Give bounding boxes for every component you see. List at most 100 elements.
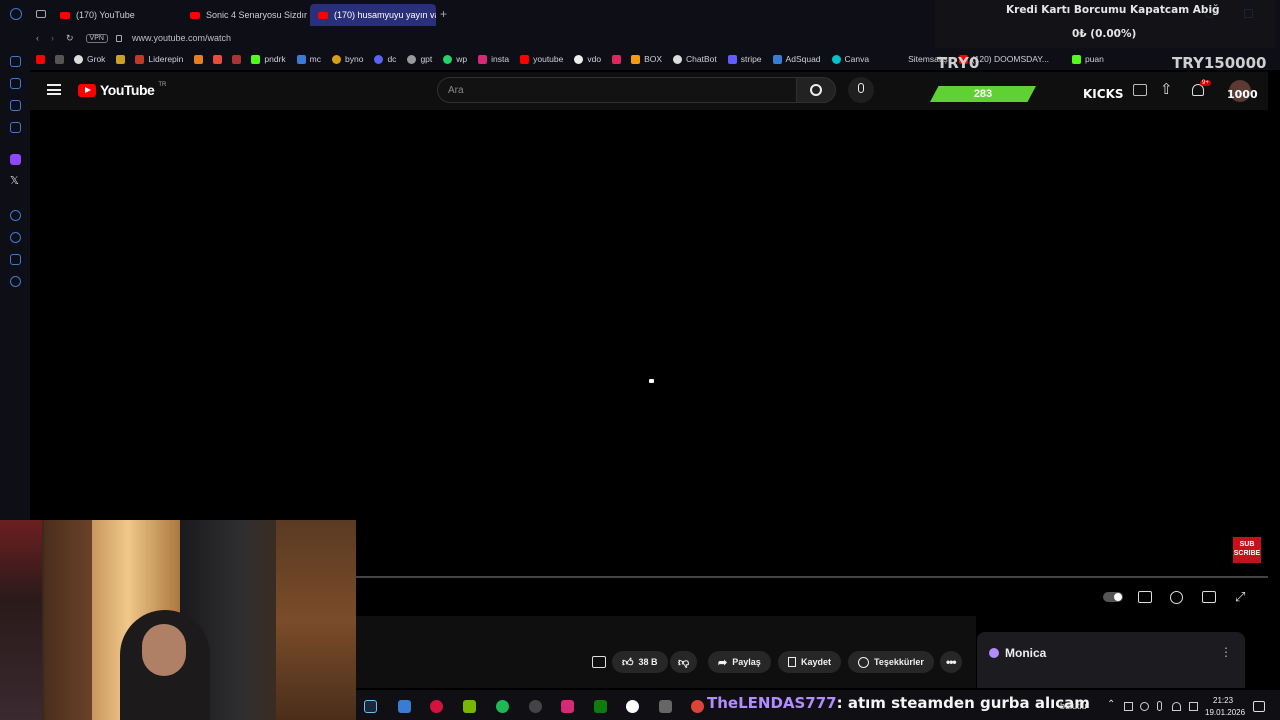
file-explorer-icon[interactable]: [398, 700, 411, 713]
reload-icon[interactable]: ↻: [66, 33, 74, 44]
bookmark-box[interactable]: BOX: [631, 54, 662, 64]
webcam-poster-left: [0, 520, 42, 720]
bookmark-label: Liderepin: [148, 54, 184, 64]
search-input[interactable]: Ara: [437, 77, 797, 103]
tray-chevron-icon[interactable]: ⌃: [1107, 699, 1115, 710]
bookmark-puan[interactable]: puan: [1071, 54, 1104, 64]
tray-volume-icon[interactable]: [1189, 702, 1198, 711]
red-bookmark-icon[interactable]: [213, 54, 223, 64]
notification-center-icon[interactable]: [1253, 701, 1265, 712]
flash-bookmark-icon[interactable]: [55, 54, 64, 64]
save-button[interactable]: Kaydet: [778, 651, 842, 673]
vdo-icon: [574, 54, 584, 64]
tray-network-icon[interactable]: [1124, 702, 1133, 711]
bookmark-adsquad[interactable]: AdSquad: [772, 54, 821, 64]
sidebar-chat-icon[interactable]: [10, 254, 21, 265]
thanks-button[interactable]: Teşekkürler: [848, 651, 934, 673]
folder-bookmark-icon[interactable]: [116, 54, 126, 64]
youtube-logo[interactable]: YouTube TR: [78, 82, 166, 98]
bookmark-chatbot[interactable]: ChatBot: [673, 54, 717, 64]
bookmark-grok[interactable]: Grok: [74, 54, 105, 64]
tab-title: (170) husamyuyu yayın va: [334, 10, 436, 20]
sidebar-refresh-icon[interactable]: [10, 56, 21, 67]
sidebar-game-icon[interactable]: [10, 100, 21, 111]
forward-icon[interactable]: ›: [51, 33, 54, 43]
pink-bookmark-icon[interactable]: [612, 54, 622, 64]
obs-icon[interactable]: [529, 700, 542, 713]
player-settings-icon[interactable]: [1170, 591, 1183, 604]
like-button[interactable]: 👍︎ 38 B: [612, 651, 668, 673]
autoplay-toggle[interactable]: [1103, 592, 1123, 602]
progress-bar[interactable]: [356, 576, 1268, 578]
bookmark-wp[interactable]: wp: [443, 54, 467, 64]
sidebar-bag-icon[interactable]: [10, 78, 21, 89]
search-button[interactable]: [796, 77, 836, 103]
twitch-icon[interactable]: [10, 154, 21, 165]
clip-icon[interactable]: [592, 656, 606, 668]
dislike-button[interactable]: 👎︎: [670, 651, 698, 673]
browser-logo-icon[interactable]: [10, 8, 22, 20]
clock-time[interactable]: 21:23: [1213, 696, 1233, 705]
workspaces-icon[interactable]: [36, 10, 46, 18]
create-icon[interactable]: [1133, 84, 1147, 96]
tray-mute-icon[interactable]: [1140, 702, 1149, 711]
upload-icon[interactable]: ⇧: [1160, 80, 1173, 98]
bookmark-pndrk[interactable]: pndrk: [251, 54, 286, 64]
goal-max-label: TRY150000: [1172, 54, 1267, 72]
youtube-bookmark-icon[interactable]: [36, 54, 45, 64]
sidebar-play-icon[interactable]: [10, 210, 21, 221]
spotify-icon[interactable]: [496, 700, 509, 713]
clock-date[interactable]: 19.01.2026: [1205, 708, 1245, 717]
weather-status[interactable]: bulutlu: [1060, 701, 1087, 711]
stripe-icon: [727, 54, 737, 64]
box-bookmark-icon[interactable]: [232, 54, 242, 64]
back-icon[interactable]: ‹: [36, 33, 39, 43]
bookmark-mc[interactable]: mc: [296, 54, 321, 64]
video-player[interactable]: [30, 110, 1268, 576]
app-dark-icon[interactable]: [626, 700, 639, 713]
monica-menu-icon[interactable]: ⋮: [1220, 645, 1232, 659]
bookmark-stripe[interactable]: stripe: [727, 54, 762, 64]
bookmark-label: AdSquad: [785, 54, 821, 64]
sidebar-mail-icon[interactable]: [10, 122, 21, 133]
tab-active-stream[interactable]: (170) husamyuyu yayın va: [310, 4, 436, 26]
usb-icon[interactable]: [659, 700, 672, 713]
opera-icon[interactable]: [430, 700, 443, 713]
bookmark-gpt[interactable]: gpt: [407, 54, 432, 64]
x-twitter-icon[interactable]: 𝕏: [10, 174, 19, 187]
whatsapp-icon: [443, 54, 453, 64]
more-actions-button[interactable]: •••: [940, 651, 962, 673]
bookmark-canva[interactable]: Canva: [831, 54, 869, 64]
bookmark-label: vdo: [587, 54, 602, 64]
tray-mic-icon[interactable]: [1157, 701, 1162, 711]
tab-sonic[interactable]: Sonic 4 Senaryosu Sizdır: [182, 4, 308, 26]
miniplayer-icon[interactable]: [1202, 591, 1216, 603]
kicks-label: KICKS: [1083, 87, 1124, 101]
history-icon[interactable]: [10, 232, 21, 243]
voice-search-button[interactable]: [848, 77, 874, 103]
bookmark-vdo[interactable]: vdo: [574, 54, 601, 64]
share-button[interactable]: ➦ Paylaş: [708, 651, 771, 673]
bookmark-byno[interactable]: byno: [332, 54, 363, 64]
vpn-badge[interactable]: VPN: [85, 33, 108, 43]
bookmark-liderepin[interactable]: Liderepin: [135, 54, 183, 64]
url-field[interactable]: www.youtube.com/watch: [132, 33, 231, 43]
chrome-icon[interactable]: [691, 700, 704, 713]
tray-wifi-icon[interactable]: [1172, 702, 1181, 711]
bookmark-dc[interactable]: dc: [374, 54, 396, 64]
nvidia-icon[interactable]: [463, 700, 476, 713]
steam-icon[interactable]: [364, 700, 377, 713]
fullscreen-icon[interactable]: ⤢: [1235, 589, 1245, 605]
bookmark-insta[interactable]: insta: [478, 54, 509, 64]
bookmark-label: ChatBot: [686, 54, 717, 64]
instagram-taskbar-icon[interactable]: [561, 700, 574, 713]
xbox-icon[interactable]: [594, 700, 607, 713]
new-tab-button[interactable]: +: [440, 7, 447, 21]
tab-youtube-home[interactable]: (170) YouTube: [52, 4, 182, 26]
settings-gear-icon[interactable]: [10, 276, 21, 287]
lock-icon[interactable]: [115, 34, 122, 42]
subtitles-icon[interactable]: [1138, 591, 1152, 603]
menu-hamburger-icon[interactable]: [47, 84, 61, 95]
tool-bookmark-icon[interactable]: [194, 54, 204, 64]
bookmark-youtube[interactable]: youtube: [520, 54, 563, 64]
